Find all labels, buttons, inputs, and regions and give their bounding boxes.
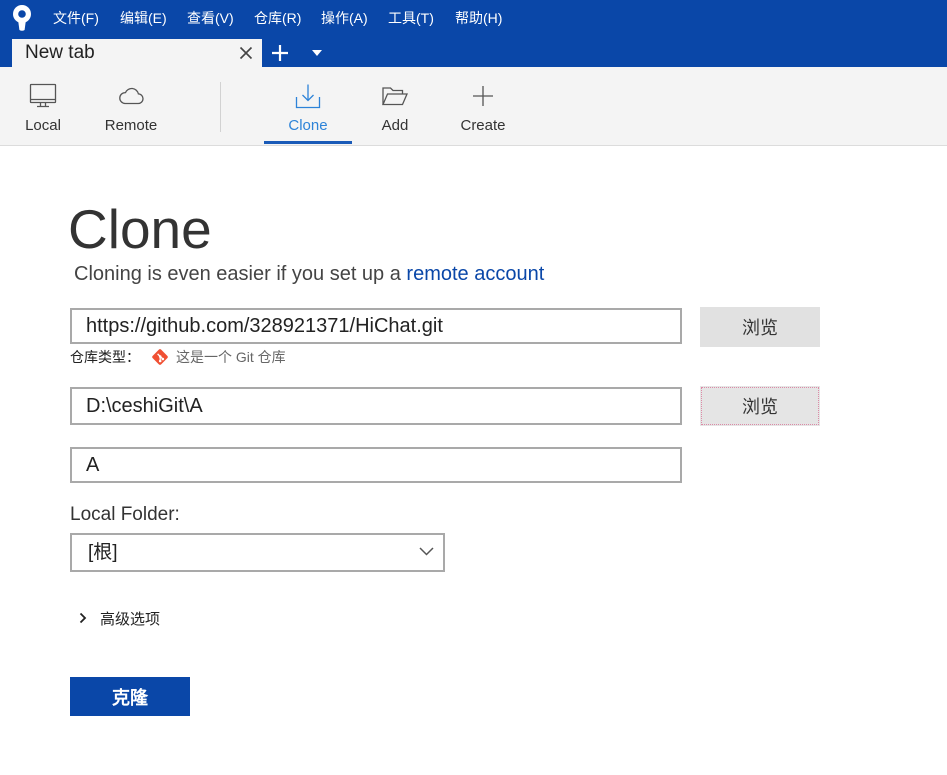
chevron-right-icon xyxy=(79,612,87,624)
title-bar: 文件(F) 编辑(E) 查看(V) 仓库(R) 操作(A) 工具(T) 帮助(H… xyxy=(0,0,947,67)
toolbar: Local Remote Clone Add Create xyxy=(0,67,947,146)
toolbar-add-label: Add xyxy=(381,117,409,134)
toolbar-local[interactable]: Local xyxy=(0,67,86,145)
clone-page: Clone Cloning is even easier if you set … xyxy=(0,146,947,775)
remote-account-link[interactable]: remote account xyxy=(406,263,544,285)
page-subtitle: Cloning is even easier if you set up a r… xyxy=(74,262,544,286)
toolbar-clone-label: Clone xyxy=(288,117,328,134)
toolbar-divider xyxy=(220,82,221,132)
menu-tools[interactable]: 工具(T) xyxy=(388,0,455,36)
plus-icon[interactable] xyxy=(271,44,289,62)
toolbar-remote[interactable]: Remote xyxy=(87,67,175,145)
monitor-icon xyxy=(29,83,57,108)
source-browse-button[interactable]: 浏览 xyxy=(700,307,820,347)
destination-path-input[interactable] xyxy=(70,387,682,425)
destination-browse-button[interactable]: 浏览 xyxy=(700,386,820,426)
clone-button[interactable]: 克隆 xyxy=(70,677,190,716)
plus-icon xyxy=(473,86,493,106)
menu-file[interactable]: 文件(F) xyxy=(53,0,120,36)
toolbar-create[interactable]: Create xyxy=(439,67,527,145)
chevron-down-icon xyxy=(419,547,434,556)
repo-type-row: 仓库类型： 这是一个 Git 仓库 xyxy=(70,347,286,367)
advanced-options-toggle[interactable]: 高级选项 xyxy=(78,608,160,628)
cloud-icon xyxy=(119,87,144,105)
toolbar-clone[interactable]: Clone xyxy=(264,67,352,145)
download-icon xyxy=(295,84,321,109)
menu-actions[interactable]: 操作(A) xyxy=(321,0,388,36)
folder-open-icon xyxy=(382,87,408,106)
toolbar-create-label: Create xyxy=(460,117,506,134)
repo-type-value: 这是一个 Git 仓库 xyxy=(176,349,286,365)
page-title: Clone xyxy=(68,198,212,260)
menu-help[interactable]: 帮助(H) xyxy=(455,0,522,36)
menu-repository[interactable]: 仓库(R) xyxy=(254,0,321,36)
tab-label: New tab xyxy=(25,42,95,63)
repo-type-label: 仓库类型： xyxy=(70,349,140,365)
local-folder-value: [根] xyxy=(88,542,118,563)
menu-view[interactable]: 查看(V) xyxy=(187,0,254,36)
source-url-input[interactable] xyxy=(70,308,682,344)
repo-name-input[interactable] xyxy=(70,447,682,483)
menu-edit[interactable]: 编辑(E) xyxy=(120,0,187,36)
local-folder-select[interactable]: [根] xyxy=(70,533,445,572)
caret-down-icon[interactable] xyxy=(312,50,322,56)
local-folder-label: Local Folder: xyxy=(70,504,180,525)
menu-bar: 文件(F) 编辑(E) 查看(V) 仓库(R) 操作(A) 工具(T) 帮助(H… xyxy=(53,0,522,36)
toolbar-remote-label: Remote xyxy=(104,117,158,134)
toolbar-add[interactable]: Add xyxy=(351,67,439,145)
sourcetree-logo-icon xyxy=(13,5,31,31)
toolbar-local-label: Local xyxy=(25,117,61,134)
subtitle-text: Cloning is even easier if you set up a xyxy=(74,263,401,285)
tab-new-tab[interactable]: New tab xyxy=(12,39,262,67)
close-icon[interactable] xyxy=(238,45,254,61)
git-icon xyxy=(152,349,168,365)
advanced-options-label: 高级选项 xyxy=(100,610,161,628)
